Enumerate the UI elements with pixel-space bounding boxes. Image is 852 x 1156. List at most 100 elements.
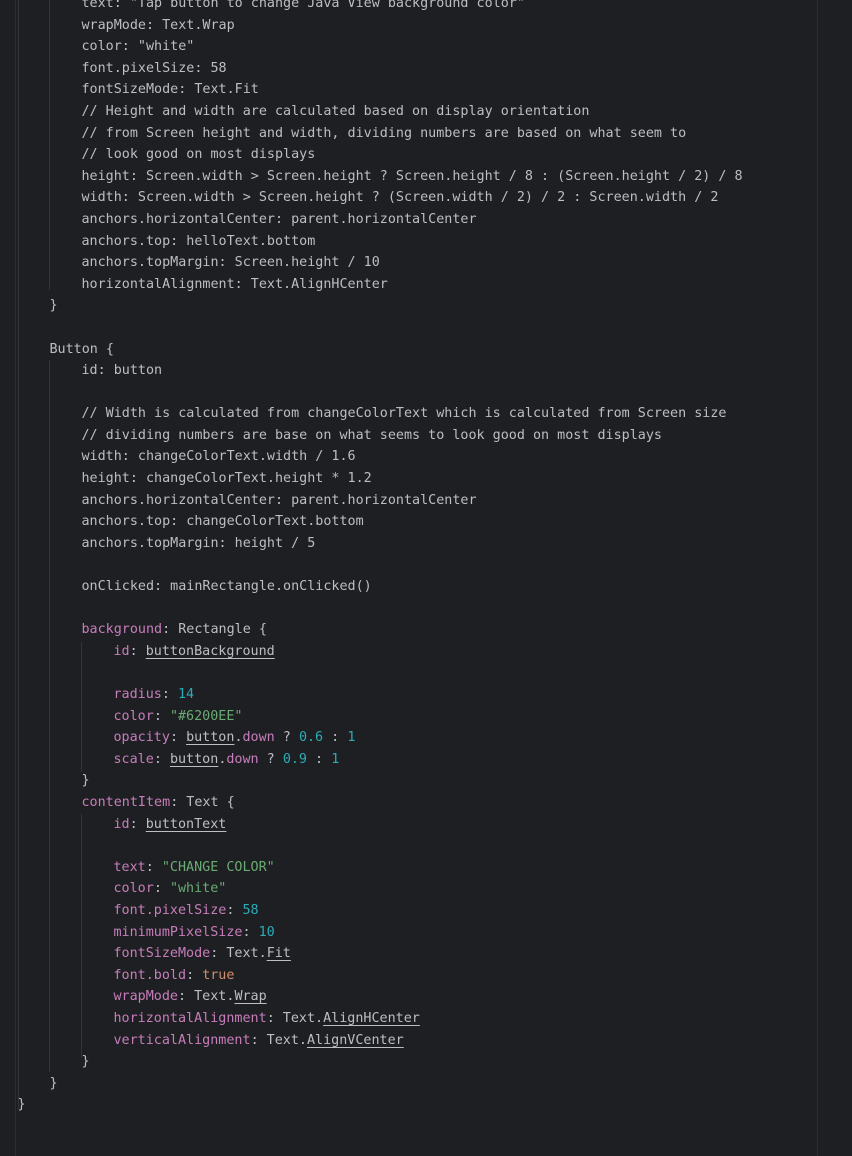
- code-line: anchors.horizontalCenter: parent.horizon…: [0, 209, 852, 231]
- code-line: id: buttonBackground: [0, 641, 852, 663]
- code-token[interactable]: Wrap: [234, 989, 266, 1004]
- code-line: }: [0, 1094, 852, 1116]
- code-content[interactable]: text: "Tap button to change Java View ba…: [0, 0, 852, 1116]
- code-line: Button {: [0, 339, 852, 361]
- code-token: :: [307, 751, 332, 767]
- code-token[interactable]: AlignHCenter: [323, 1011, 420, 1026]
- code-token: scale: [113, 751, 154, 767]
- code-line: horizontalAlignment: Text.AlignHCenter: [0, 274, 852, 296]
- code-token: 10: [258, 924, 275, 940]
- code-line: color: "#6200EE": [0, 706, 852, 728]
- code-line: verticalAlignment: Text.AlignVCenter: [0, 1030, 852, 1052]
- code-token: }: [81, 1054, 90, 1070]
- code-token: fontSizeMode: [113, 946, 211, 962]
- code-token: .: [234, 730, 243, 746]
- code-line: onClicked: mainRectangle.onClicked(): [0, 576, 852, 598]
- code-token: ?: [274, 730, 299, 746]
- code-token: :: [169, 730, 187, 746]
- code-token: id: [113, 816, 130, 832]
- code-line: width: changeColorText.width / 1.6: [0, 446, 852, 468]
- code-token: 1: [331, 751, 340, 767]
- code-token: down: [242, 730, 275, 746]
- code-token: Button {: [49, 341, 115, 357]
- code-token: }: [81, 773, 90, 789]
- code-token: font.pixelSize: [113, 902, 227, 918]
- code-line: }: [0, 295, 852, 317]
- code-token: :: [161, 687, 178, 702]
- code-token: :: [242, 924, 259, 940]
- code-line: text: "Tap button to change Java View ba…: [0, 0, 852, 15]
- code-token: true: [202, 967, 235, 983]
- code-token: "#6200EE": [169, 708, 243, 724]
- code-token: }: [49, 1075, 58, 1091]
- code-line: anchors.top: helloText.bottom: [0, 231, 852, 253]
- code-token[interactable]: buttonBackground: [146, 644, 275, 659]
- code-token[interactable]: button: [170, 752, 218, 767]
- code-token: :: [323, 730, 348, 746]
- code-token: font.bold: [113, 967, 187, 983]
- code-token: :: [186, 967, 203, 983]
- code-editor[interactable]: text: "Tap button to change Java View ba…: [0, 0, 852, 1156]
- code-line: }: [0, 1073, 852, 1095]
- code-line: background: Rectangle {: [0, 619, 852, 641]
- code-token: :: [226, 902, 243, 918]
- code-line: scale: button.down ? 0.9 : 1: [0, 749, 852, 771]
- code-token[interactable]: AlignVCenter: [307, 1033, 404, 1048]
- code-line: text: "CHANGE COLOR": [0, 857, 852, 879]
- code-line: id: button: [0, 360, 852, 382]
- code-line: contentItem: Text {: [0, 792, 852, 814]
- code-line: // look good on most displays: [0, 144, 852, 166]
- code-line: radius: 14: [0, 684, 852, 706]
- code-line: anchors.topMargin: Screen.height / 10: [0, 252, 852, 274]
- code-token[interactable]: Fit: [267, 946, 291, 961]
- code-token: contentItem: [81, 794, 171, 810]
- code-token: opacity: [113, 730, 170, 746]
- code-token: 58: [242, 902, 259, 918]
- code-token: "white": [169, 881, 227, 897]
- code-token[interactable]: buttonText: [146, 817, 227, 832]
- code-token: font.pixelSize: 58: [81, 60, 227, 76]
- code-token: radius: [113, 687, 162, 702]
- code-token: "CHANGE COLOR": [161, 859, 275, 875]
- code-token: wrapMode: [113, 989, 179, 1005]
- code-token: 14: [178, 687, 195, 702]
- code-token: anchors.top: changeColorText.bottom: [81, 514, 364, 530]
- code-token: 0.9: [282, 751, 307, 767]
- code-token: anchors.topMargin: Screen.height / 10: [81, 255, 380, 271]
- code-token: :: [129, 816, 146, 832]
- code-token: :: [129, 643, 146, 659]
- code-token: minimumPixelSize: [113, 924, 243, 940]
- code-token[interactable]: button: [186, 730, 234, 745]
- code-token: :: [153, 751, 170, 767]
- code-token: wrapMode: Text.Wrap: [81, 17, 235, 33]
- code-token: id: [113, 643, 130, 659]
- code-token: anchors.topMargin: height / 5: [81, 535, 316, 551]
- code-token: anchors.horizontalCenter: parent.horizon…: [81, 492, 477, 508]
- code-line: horizontalAlignment: Text.AlignHCenter: [0, 1008, 852, 1030]
- code-token: 0.6: [298, 730, 324, 746]
- code-line: // Height and width are calculated based…: [0, 101, 852, 123]
- code-token: : Text.: [250, 1032, 307, 1048]
- code-line: id: buttonText: [0, 814, 852, 836]
- code-line: }: [0, 1051, 852, 1073]
- code-token: text: [113, 859, 146, 875]
- code-line: }: [0, 770, 852, 792]
- code-token: onClicked: mainRectangle.onClicked(): [81, 579, 372, 595]
- code-line: fontSizeMode: Text.Fit: [0, 943, 852, 965]
- code-line: // Width is calculated from changeColorT…: [0, 403, 852, 425]
- code-token: : Text {: [170, 794, 235, 810]
- code-token: horizontalAlignment: Text.AlignHCenter: [81, 276, 388, 292]
- code-token: anchors.horizontalCenter: parent.horizon…: [81, 211, 477, 227]
- code-line: color: "white": [0, 878, 852, 900]
- code-token: // Width is calculated from changeColorT…: [81, 406, 727, 422]
- code-line: color: "white": [0, 36, 852, 58]
- code-token: height: changeColorText.height * 1.2: [81, 471, 372, 487]
- code-token: : Text.: [178, 989, 235, 1005]
- code-line: font.pixelSize: 58: [0, 900, 852, 922]
- code-token: color: [113, 881, 154, 897]
- code-token: horizontalAlignment: [113, 1010, 267, 1026]
